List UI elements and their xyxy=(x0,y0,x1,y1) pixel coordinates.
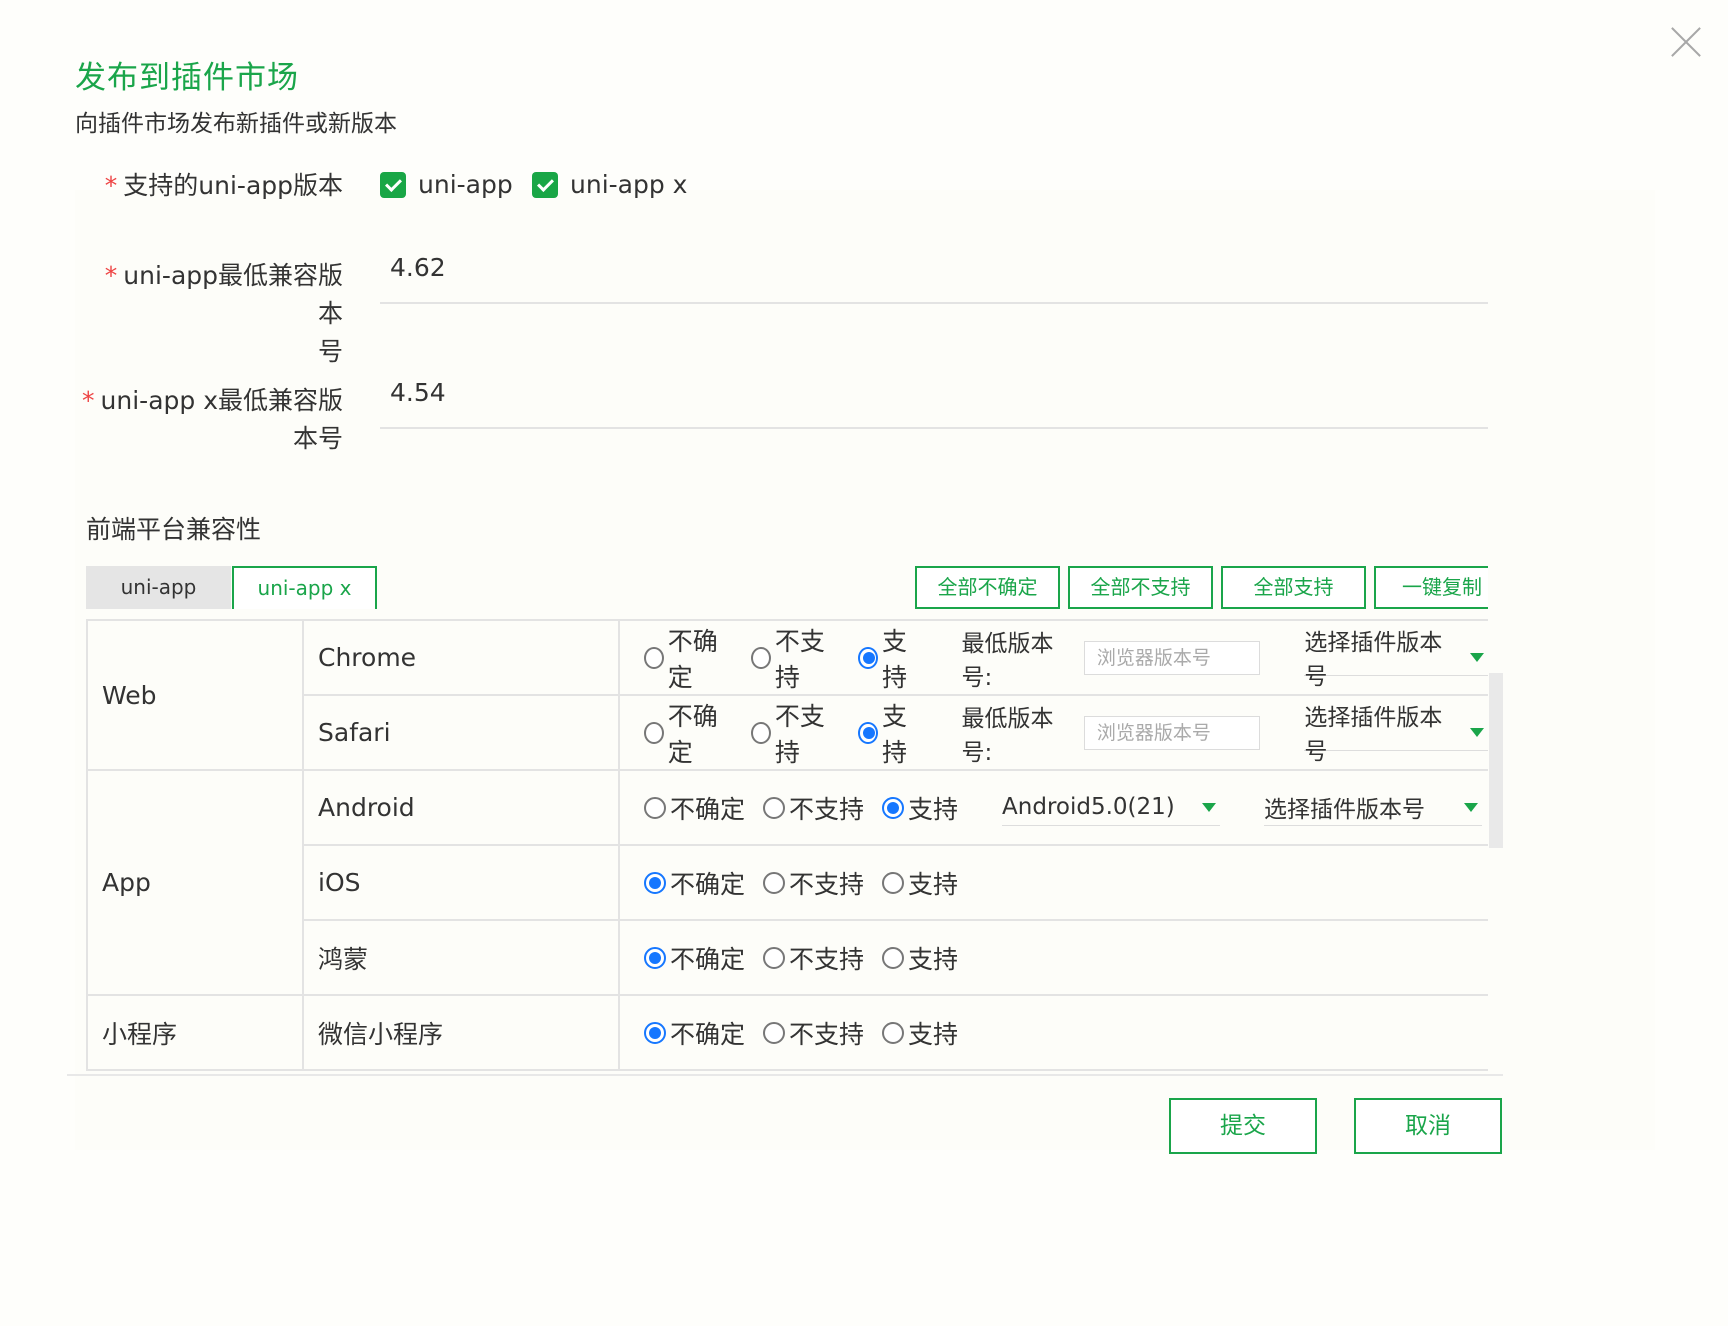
radio-supported[interactable]: 支持 xyxy=(882,865,958,901)
radio-selected-icon xyxy=(882,796,905,819)
radio-unsupported[interactable]: 不支持 xyxy=(751,697,840,769)
chevron-down-icon xyxy=(1470,727,1484,737)
radio-icon xyxy=(763,871,786,894)
plugin-version-select[interactable]: 选择插件版本号 xyxy=(1304,630,1488,690)
radio-uncertain[interactable]: 不确定 xyxy=(644,790,745,826)
radio-unsupported[interactable]: 不支持 xyxy=(763,1015,864,1051)
radio-icon xyxy=(763,946,786,969)
radio-unsupported[interactable]: 不支持 xyxy=(763,790,864,826)
radio-uncertain[interactable]: 不确定 xyxy=(644,697,733,769)
required-mark: * xyxy=(82,386,95,415)
min-uniappx-version-input[interactable]: 4.54 xyxy=(380,373,1488,429)
compat-table: Web Chrome 不确定 不支持 支持 最低版本号: 浏览器版本号 选择插件… xyxy=(86,619,1488,1071)
browser-version-input[interactable]: 浏览器版本号 xyxy=(1083,640,1261,675)
footer-divider xyxy=(67,1074,1503,1076)
radio-unsupported[interactable]: 不支持 xyxy=(763,865,864,901)
radio-supported[interactable]: 支持 xyxy=(858,622,925,694)
options-chrome: 不确定 不支持 支持 最低版本号: 浏览器版本号 选择插件版本号 xyxy=(618,619,1488,696)
radio-selected-icon xyxy=(858,646,879,669)
radio-icon xyxy=(644,796,666,819)
all-supported-button[interactable]: 全部支持 xyxy=(1221,566,1366,609)
tab-uniapp[interactable]: uni-app xyxy=(86,566,231,609)
radio-icon xyxy=(751,646,771,669)
chevron-down-icon xyxy=(1464,802,1479,812)
radio-uncertain[interactable]: 不确定 xyxy=(644,1015,745,1051)
platform-ios: iOS xyxy=(302,844,620,921)
radio-icon xyxy=(644,646,664,669)
radio-unsupported[interactable]: 不支持 xyxy=(763,940,864,976)
tab-uniappx[interactable]: uni-app x xyxy=(232,566,377,609)
radio-selected-icon xyxy=(644,1021,666,1044)
radio-selected-icon xyxy=(644,871,666,894)
radio-icon xyxy=(882,871,905,894)
radio-icon xyxy=(751,721,771,744)
platform-wechat: 微信小程序 xyxy=(302,994,620,1071)
table-row: Web Chrome 不确定 不支持 支持 最低版本号: 浏览器版本号 选择插件… xyxy=(86,619,1488,771)
radio-supported[interactable]: 支持 xyxy=(882,940,958,976)
platform-harmony: 鸿蒙 xyxy=(302,919,620,996)
dialog-title: 发布到插件市场 xyxy=(75,60,299,96)
supported-versions-label: * 支持的uni-app版本 xyxy=(104,171,343,200)
group-mini-program: 小程序 xyxy=(86,994,304,1071)
platform-safari: Safari xyxy=(302,694,620,771)
options-wechat: 不确定 不支持 支持 xyxy=(618,994,1488,1071)
chevron-down-icon xyxy=(1470,652,1484,662)
options-safari: 不确定 不支持 支持 最低版本号: 浏览器版本号 选择插件版本号 xyxy=(618,694,1488,771)
radio-uncertain[interactable]: 不确定 xyxy=(644,622,733,694)
options-ios: 不确定 不支持 支持 xyxy=(618,844,1488,921)
scrollbar[interactable] xyxy=(1489,673,1503,848)
close-icon[interactable] xyxy=(1668,24,1704,60)
radio-supported[interactable]: 支持 xyxy=(882,1015,958,1051)
radio-supported[interactable]: 支持 xyxy=(858,697,925,769)
radio-selected-icon xyxy=(644,946,666,969)
radio-uncertain[interactable]: 不确定 xyxy=(644,865,745,901)
copy-all-button[interactable]: 一键复制 xyxy=(1374,566,1488,609)
radio-icon xyxy=(882,946,905,969)
radio-unsupported[interactable]: 不支持 xyxy=(751,622,840,694)
radio-supported[interactable]: 支持 xyxy=(882,790,958,826)
compat-section-title: 前端平台兼容性 xyxy=(86,515,262,544)
min-version-label: 最低版本号: xyxy=(961,705,1054,766)
checkbox-uniappx[interactable]: uni-app x xyxy=(532,170,687,199)
all-unsupported-button[interactable]: 全部不支持 xyxy=(1068,566,1213,609)
options-android: 不确定 不支持 支持 Android5.0(21) 选择插件版本号 xyxy=(618,769,1488,846)
checkbox-checked-icon[interactable] xyxy=(380,171,406,198)
required-mark: * xyxy=(104,171,118,200)
browser-version-input[interactable]: 浏览器版本号 xyxy=(1083,715,1261,750)
radio-selected-icon xyxy=(858,721,879,744)
radio-icon xyxy=(763,796,786,819)
checkbox-checked-icon[interactable] xyxy=(532,171,558,198)
min-uniapp-version-input[interactable]: 4.62 xyxy=(380,248,1488,304)
radio-icon xyxy=(644,721,664,744)
android-version-select[interactable]: Android5.0(21) xyxy=(1002,790,1221,826)
all-uncertain-button[interactable]: 全部不确定 xyxy=(915,566,1060,609)
platform-chrome: Chrome xyxy=(302,619,620,696)
min-uniappx-version-label: * uni-app x最低兼容版 本号 xyxy=(82,386,343,453)
options-harmony: 不确定 不支持 支持 xyxy=(618,919,1488,996)
required-mark: * xyxy=(104,261,118,290)
radio-icon xyxy=(882,1021,905,1044)
table-row: App Android 不确定 不支持 支持 Android5.0(21) 选择… xyxy=(86,769,1488,996)
checkbox-uniapp[interactable]: uni-app xyxy=(380,170,513,199)
plugin-version-select[interactable]: 选择插件版本号 xyxy=(1264,790,1483,826)
radio-icon xyxy=(763,1021,786,1044)
cancel-button[interactable]: 取消 xyxy=(1354,1098,1502,1154)
radio-uncertain[interactable]: 不确定 xyxy=(644,940,745,976)
dialog-subtitle: 向插件市场发布新插件或新版本 xyxy=(75,111,397,137)
min-uniapp-version-label: * uni-app最低兼容版本 号 xyxy=(104,261,343,366)
chevron-down-icon xyxy=(1202,802,1217,812)
group-web: Web xyxy=(86,619,304,771)
plugin-version-select[interactable]: 选择插件版本号 xyxy=(1304,705,1488,765)
group-app: App xyxy=(86,769,304,996)
platform-android: Android xyxy=(302,769,620,846)
submit-button[interactable]: 提交 xyxy=(1169,1098,1317,1154)
table-row: 小程序 微信小程序 不确定 不支持 支持 xyxy=(86,994,1488,1071)
min-version-label: 最低版本号: xyxy=(961,630,1054,691)
